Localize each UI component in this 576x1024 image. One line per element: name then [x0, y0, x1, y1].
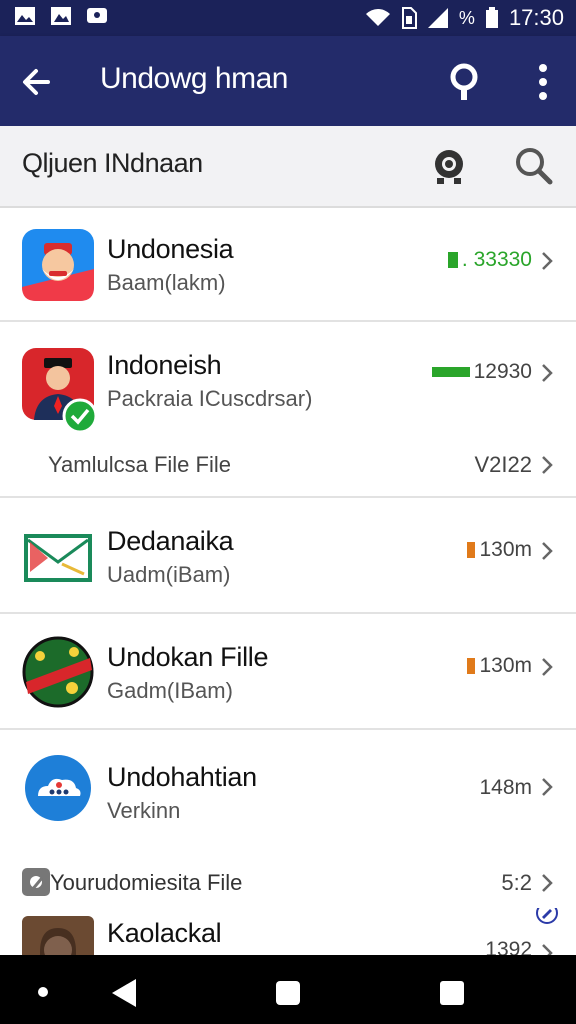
app-size-text: 148m	[479, 776, 532, 799]
recents-nav-icon[interactable]	[440, 981, 464, 1005]
wifi-icon	[365, 9, 390, 26]
signal-icon	[427, 8, 448, 28]
chevron-right-icon[interactable]	[540, 454, 554, 476]
camera-search-icon[interactable]	[428, 145, 470, 187]
status-bar: % 17:30	[0, 0, 576, 36]
search-icon[interactable]	[512, 144, 554, 186]
list-item[interactable]: Indoneish Packraia ICuscdrsar) 12930 Yam…	[0, 322, 576, 498]
location-pin-icon[interactable]	[444, 61, 484, 103]
search-input[interactable]: Qljuen INdnaan	[22, 148, 203, 179]
list-item[interactable]: Undohahtian Verkinn 148m Yourudomiesita …	[0, 730, 576, 906]
app-name: Undokan Fille	[107, 642, 269, 672]
arrow-left-icon[interactable]	[18, 62, 58, 102]
app-subtitle: Baam(lakm)	[107, 270, 226, 295]
sim-icon	[401, 7, 417, 29]
file-row-version-text: V2I22	[474, 452, 533, 477]
list-item[interactable]: Dedanaika Uadm(iBam) 130m	[0, 498, 576, 614]
chevron-right-icon[interactable]	[540, 250, 554, 272]
back-nav-icon[interactable]	[112, 979, 138, 1007]
app-size-text: 12930	[473, 360, 532, 383]
badge-app-icon	[22, 636, 94, 708]
app-size: 148m	[479, 776, 532, 800]
app-name: Indoneish	[107, 350, 222, 380]
app-size: 12930	[431, 360, 532, 384]
chevron-right-icon[interactable]	[540, 656, 554, 678]
battery-icon	[485, 7, 498, 28]
photo-notification-icon	[51, 7, 71, 25]
app-bar: Undowg hman	[0, 36, 576, 126]
avatar	[22, 916, 94, 958]
chevron-right-icon[interactable]	[540, 776, 554, 798]
app-size: 130m	[467, 654, 532, 678]
app-size-text: . 33330	[461, 248, 532, 271]
app-subtitle: Packraia ICuscdrsar)	[107, 386, 313, 411]
app-subtitle: Gadm(IBam)	[107, 678, 233, 703]
list-item[interactable]: Undonesia Baam(lakm) . 33330	[0, 208, 576, 322]
home-nav-icon[interactable]	[276, 981, 300, 1005]
page-title: Undowg hman	[100, 62, 288, 95]
app-name: Undonesia	[107, 234, 234, 264]
list-item[interactable]: Kaolackal 1392	[0, 908, 576, 958]
status-bar-indicator	[447, 252, 458, 268]
cloud-app-icon	[25, 755, 91, 821]
clock: 17:30	[508, 5, 564, 30]
puzzle-icon	[22, 868, 50, 896]
app-size-text: 130m	[479, 654, 532, 677]
app-name: Kaolackal	[107, 918, 222, 948]
progress-indicator	[431, 367, 470, 377]
search-bar[interactable]: Qljuen INdnaan	[0, 126, 576, 208]
app-size: . 33330	[447, 248, 532, 272]
app-size-text: 130m	[479, 538, 532, 561]
image-notification-icon	[15, 7, 35, 25]
status-indicator	[467, 542, 476, 558]
app-name: Undohahtian	[107, 762, 257, 792]
file-row-version: 5:2	[501, 870, 532, 896]
file-row-version-text: 5:2	[501, 870, 532, 895]
system-nav-bar	[0, 955, 576, 1024]
file-row-label: Yourudomiesita File	[50, 870, 243, 895]
file-row-label: Yamlulcsa File File	[48, 452, 231, 477]
chevron-right-icon[interactable]	[540, 362, 554, 384]
battery-percent: %	[458, 7, 475, 28]
file-row-version: V2I22	[475, 452, 533, 478]
status-indicator	[467, 658, 476, 674]
app-name: Dedanaika	[107, 526, 234, 556]
chevron-right-icon[interactable]	[540, 540, 554, 562]
edit-badge-icon	[536, 908, 558, 924]
dot-icon	[38, 987, 48, 997]
app-subtitle: Uadm(iBam)	[107, 562, 231, 587]
verified-check-icon	[62, 398, 98, 434]
list-item[interactable]: Undokan Fille Gadm(IBam) 130m	[0, 614, 576, 730]
app-size: 130m	[467, 538, 532, 562]
app-subtitle: Verkinn	[107, 798, 181, 823]
envelope-app-icon	[24, 534, 92, 582]
santa-app-icon	[22, 229, 94, 301]
chevron-right-icon[interactable]	[540, 872, 554, 894]
more-vert-icon[interactable]	[530, 60, 556, 104]
message-notification-icon	[87, 8, 107, 23]
